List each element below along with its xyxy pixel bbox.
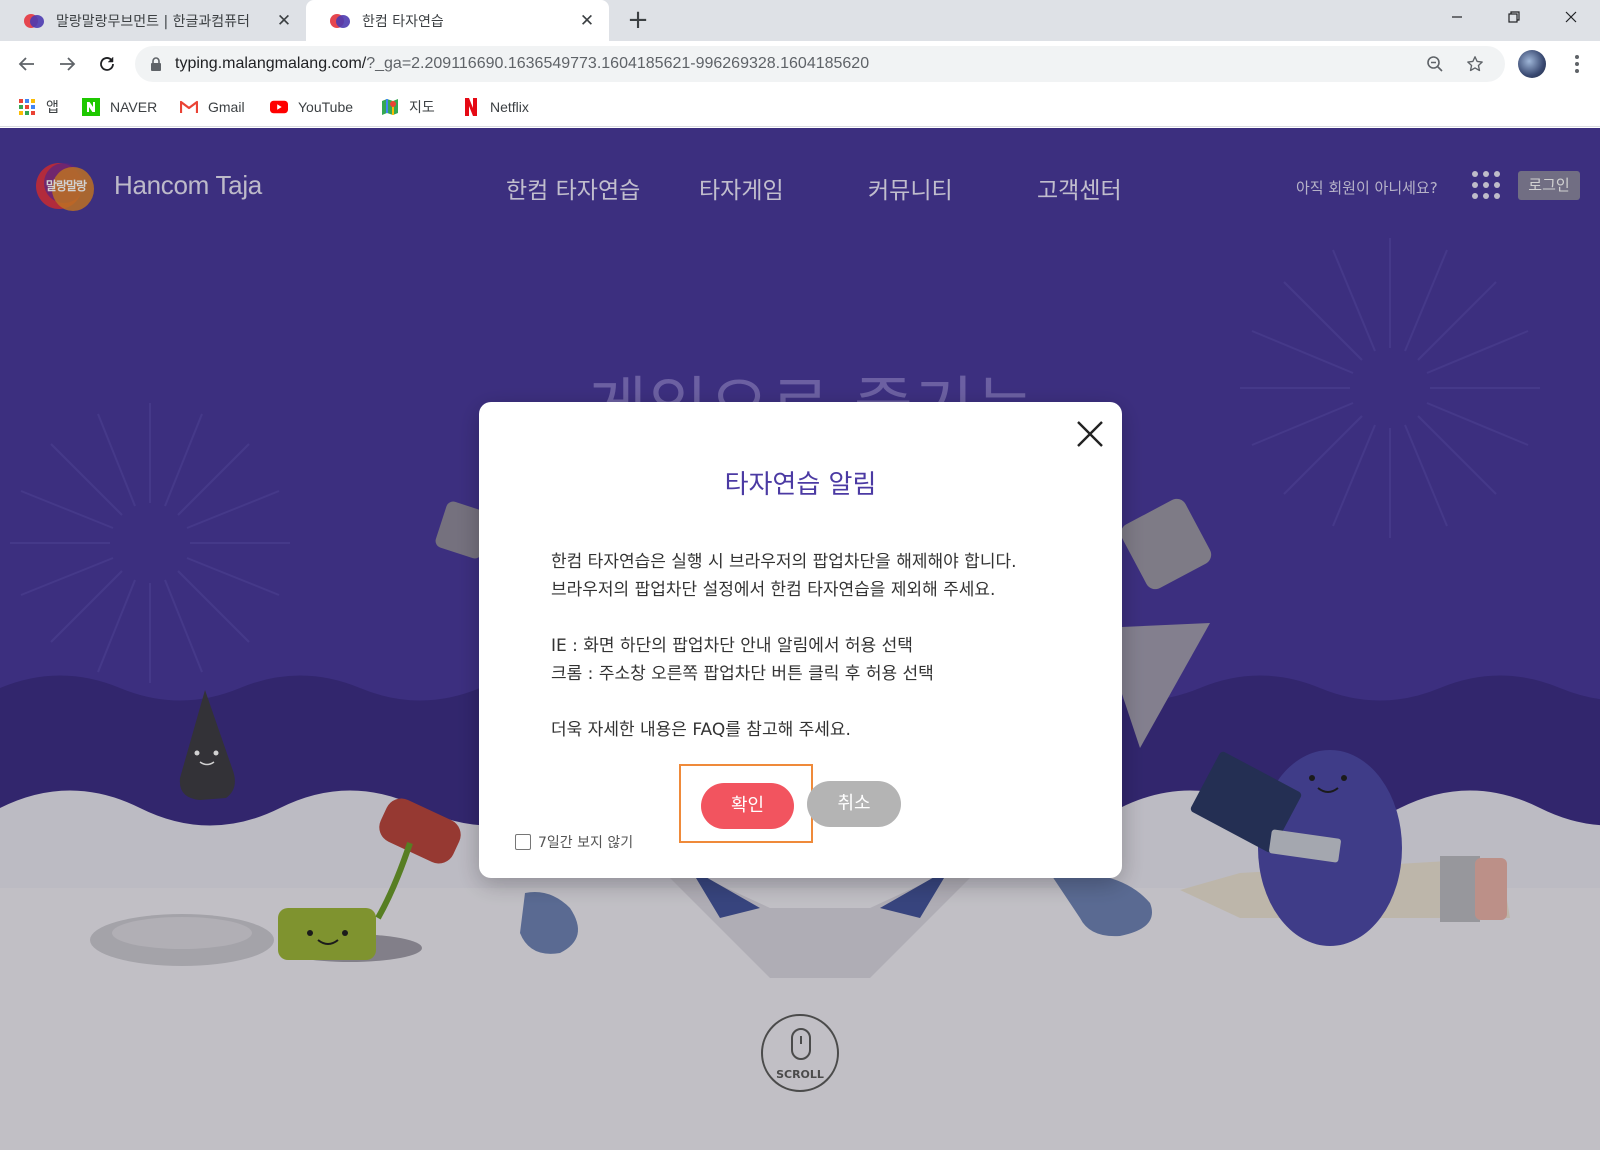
window-minimize-icon[interactable] — [1428, 0, 1485, 34]
gmail-icon — [180, 98, 198, 116]
confirm-button[interactable]: 확인 — [701, 783, 794, 829]
tab-title: 말랑말랑무브먼트 | 한글과컴퓨터 — [56, 13, 250, 30]
apps-grid-icon — [18, 98, 36, 116]
cancel-button[interactable]: 취소 — [807, 781, 901, 827]
url-host: typing.malangmalang.com/ — [175, 55, 367, 72]
bookmark-label: 지도 — [409, 99, 435, 115]
confirm-highlight-box: 확인 — [679, 764, 813, 843]
bookmark-youtube[interactable]: YouTube — [270, 97, 353, 117]
bookmark-label: NAVER — [110, 99, 158, 115]
message-line: 한컴 타자연습은 실행 시 브라우저의 팝업차단을 해제해야 합니다. — [551, 552, 1017, 572]
bookmark-netflix[interactable]: Netflix — [462, 97, 529, 117]
window-restore-icon[interactable] — [1485, 0, 1542, 34]
malangmalang-favicon-icon — [24, 13, 44, 29]
message-line: 브라우저의 팝업차단 설정에서 한컴 타자연습을 제외해 주세요. — [551, 580, 996, 600]
bookmark-label: Netflix — [490, 99, 529, 115]
bookmark-gmail[interactable]: Gmail — [180, 97, 245, 117]
browser-tab-hancom-taja[interactable]: 한컴 타자연습 ✕ — [306, 0, 609, 41]
bookmarks-bar: 앱 NAVER Gmail YouTube 지도 Netflix — [0, 87, 1600, 127]
profile-avatar[interactable] — [1518, 50, 1546, 78]
new-tab-plus-icon[interactable]: + — [624, 6, 652, 34]
modal-title: 타자연습 알림 — [724, 470, 877, 500]
back-arrow-icon[interactable] — [12, 49, 42, 79]
window-close-icon[interactable] — [1542, 0, 1599, 34]
youtube-icon — [270, 98, 288, 116]
address-bar[interactable]: typing.malangmalang.com/?_ga=2.209116690… — [135, 46, 1505, 82]
url-query: ?_ga=2.209116690.1636549773.1604185621-9… — [366, 55, 870, 72]
modal-message: 한컴 타자연습은 실행 시 브라우저의 팝업차단을 해제해야 합니다. 브라우저… — [551, 548, 1071, 744]
hide-7-days-option[interactable]: 7일간 보지 않기 — [515, 832, 633, 852]
bookmark-label: Gmail — [208, 99, 245, 115]
bookmark-naver[interactable]: NAVER — [82, 97, 157, 117]
browser-tab-strip: 말랑말랑무브먼트 | 한글과컴퓨터 ✕ 한컴 타자연습 ✕ + — [0, 0, 1600, 41]
bookmark-label: 앱 — [46, 99, 59, 115]
bookmark-star-icon[interactable] — [1465, 54, 1485, 74]
naver-icon — [82, 98, 100, 116]
reload-icon[interactable] — [92, 49, 122, 79]
browser-toolbar: typing.malangmalang.com/?_ga=2.209116690… — [0, 41, 1600, 87]
forward-arrow-icon[interactable] — [52, 49, 82, 79]
message-line: IE : 화면 하단의 팝업차단 안내 알림에서 허용 선택 — [551, 636, 913, 656]
hide-7-days-label: 7일간 보지 않기 — [538, 835, 634, 851]
message-line: 더욱 자세한 내용은 FAQ를 참고해 주세요. — [551, 720, 851, 740]
zoom-icon[interactable] — [1425, 54, 1445, 74]
close-icon[interactable] — [1075, 419, 1105, 449]
tab-title: 한컴 타자연습 — [362, 13, 444, 30]
netflix-icon — [462, 98, 480, 116]
bookmark-label: YouTube — [298, 99, 354, 115]
close-icon[interactable]: ✕ — [274, 11, 294, 31]
maps-icon — [381, 98, 399, 116]
bookmark-apps[interactable]: 앱 — [18, 97, 59, 117]
bookmark-maps[interactable]: 지도 — [381, 97, 435, 117]
url-text: typing.malangmalang.com/?_ga=2.209116690… — [175, 55, 869, 73]
lock-icon — [149, 56, 163, 72]
close-icon[interactable]: ✕ — [577, 11, 597, 31]
browser-tab-malangmalang[interactable]: 말랑말랑무브먼트 | 한글과컴퓨터 ✕ — [0, 0, 306, 41]
message-line: 크롬 : 주소창 오른쪽 팝업차단 버튼 클릭 후 허용 선택 — [551, 664, 934, 684]
hide-7-days-checkbox[interactable] — [515, 834, 531, 850]
malangmalang-favicon-icon — [330, 13, 350, 29]
browser-menu-icon[interactable] — [1562, 49, 1592, 79]
typing-notice-modal: 타자연습 알림 한컴 타자연습은 실행 시 브라우저의 팝업차단을 해제해야 합… — [479, 402, 1122, 878]
